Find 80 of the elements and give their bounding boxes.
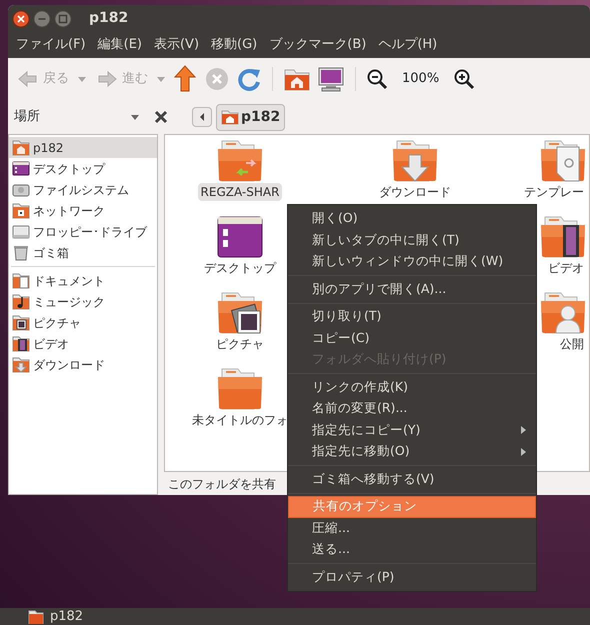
computer-icon[interactable] <box>317 66 345 92</box>
sidebar-item[interactable]: ゴミ箱 <box>9 242 157 263</box>
menu-item[interactable]: 圧縮... <box>288 518 536 539</box>
zoom-in-icon[interactable] <box>453 68 476 90</box>
download-folder-icon <box>12 356 30 373</box>
menu-item[interactable]: プロパティ(P) <box>288 566 536 588</box>
file-label[interactable]: ビデオ <box>545 259 587 277</box>
file-label[interactable]: REGZA-SHAR <box>198 183 282 201</box>
video-folder-icon[interactable] <box>539 215 587 259</box>
zoom-out-icon[interactable] <box>366 68 388 90</box>
file-label[interactable]: ダウンロード <box>376 183 454 201</box>
menu-item[interactable]: 移動(G) <box>205 35 264 55</box>
path-back-button[interactable] <box>192 107 212 127</box>
sidebar-item[interactable]: ビデオ <box>9 333 157 354</box>
shared-folder-icon[interactable] <box>216 139 264 183</box>
sidebar-item[interactable]: ピクチャ <box>9 312 157 333</box>
sidebar-item[interactable]: ダウンロード <box>9 354 157 375</box>
menu-item[interactable]: 別のアプリで開く(A)... <box>288 278 536 300</box>
pictures-folder-icon <box>12 314 30 331</box>
path-button[interactable]: p182 <box>216 104 286 130</box>
template-folder-icon[interactable] <box>539 139 587 183</box>
maximize-icon[interactable] <box>54 10 72 28</box>
taskbar-button[interactable]: p182 <box>22 608 84 625</box>
file-label[interactable]: 未タイトルのフォ <box>189 411 291 429</box>
menu-item[interactable]: ファイル(F) <box>10 35 92 55</box>
home-folder-icon <box>12 139 30 156</box>
desktop-icon[interactable] <box>216 215 264 259</box>
trash-icon <box>12 244 30 261</box>
up-arrow-icon[interactable] <box>172 64 198 94</box>
person-folder-icon[interactable] <box>539 291 587 335</box>
home-folder-icon <box>28 610 44 624</box>
zoom-level: 100% <box>401 70 440 88</box>
file-label[interactable]: 公開 <box>557 335 587 353</box>
window-title: p182 <box>89 9 128 28</box>
desktop-icon <box>12 160 30 177</box>
places-dropdown[interactable]: 場所 <box>14 107 154 127</box>
menu-item[interactable]: 新しいウィンドウの中に開く(W) <box>288 251 536 272</box>
file-label[interactable]: デスクトップ <box>201 259 279 277</box>
sidebar-item[interactable]: p182 <box>9 137 157 158</box>
menu-item[interactable]: 名前の変更(R)... <box>288 398 536 420</box>
caret-icon[interactable] <box>77 75 87 83</box>
menu-item[interactable]: ブックマーク(B) <box>263 35 372 55</box>
close-icon[interactable] <box>12 10 30 28</box>
caret-icon[interactable] <box>156 75 166 83</box>
drive-icon <box>12 223 30 240</box>
sidebar-item[interactable]: ネットワーク <box>9 200 157 221</box>
menu-item[interactable]: リンクの作成(K) <box>288 376 536 398</box>
home-folder-icon <box>221 109 239 125</box>
sidebar-item[interactable]: ドキュメント <box>9 270 157 291</box>
video-folder-icon <box>12 335 30 352</box>
documents-folder-icon <box>12 272 30 289</box>
status-text: このフォルダを共有 <box>167 476 277 493</box>
pictures-folder-icon[interactable] <box>216 291 264 335</box>
submenu-arrow-icon <box>521 448 526 456</box>
reload-icon[interactable] <box>236 66 262 92</box>
menu-item[interactable]: 指定先に移動(O) <box>288 441 536 462</box>
file-label[interactable]: ピクチャ <box>213 335 267 353</box>
menu-item[interactable]: 編集(E) <box>92 35 148 55</box>
sidebar-item[interactable]: ミュージック <box>9 291 157 312</box>
folder-icon[interactable] <box>216 367 264 411</box>
file-label[interactable]: テンプレー <box>521 183 587 201</box>
menu-item[interactable]: ヘルプ(H) <box>372 35 444 55</box>
sidebar-item[interactable]: デスクトップ <box>9 158 157 179</box>
menu-item[interactable]: 切り取り(T) <box>288 306 536 328</box>
caret-icon <box>130 113 140 121</box>
submenu-arrow-icon <box>521 426 526 434</box>
menu-item[interactable]: 開く(O) <box>288 208 536 230</box>
menu-item[interactable]: 表示(V) <box>148 35 206 55</box>
menu-item[interactable]: 新しいタブの中に開く(T) <box>288 230 536 251</box>
music-folder-icon <box>12 293 30 310</box>
download-folder-icon[interactable] <box>391 139 439 183</box>
close-icon[interactable] <box>154 110 168 124</box>
left-arrow-icon <box>199 112 205 122</box>
sidebar-item[interactable]: ファイルシステム <box>9 179 157 200</box>
menu-item[interactable]: 指定先にコピー(Y) <box>288 420 536 441</box>
sidebar-item[interactable]: フロッピー･ドライブ <box>9 221 157 242</box>
menu-item[interactable]: 送る... <box>288 539 536 560</box>
network-folder-icon <box>12 202 30 219</box>
menu-item[interactable]: コピー(C) <box>288 328 536 349</box>
menu-item[interactable]: ゴミ箱へ移動する(V) <box>288 468 536 490</box>
